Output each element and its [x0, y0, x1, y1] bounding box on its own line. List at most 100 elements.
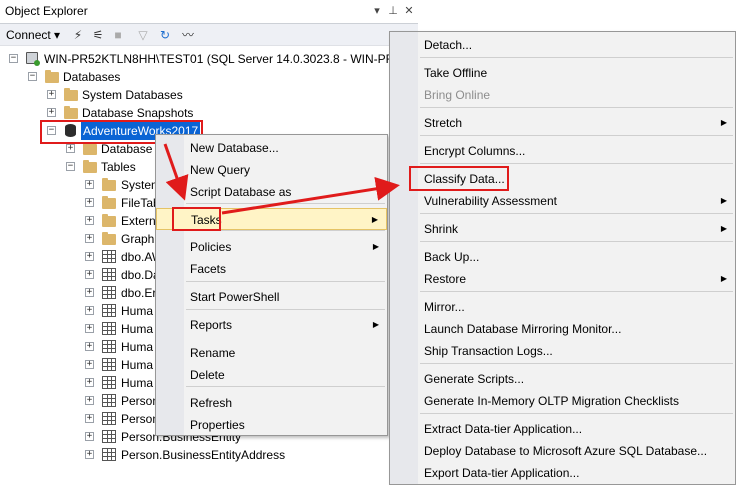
expand-icon[interactable]: +: [85, 396, 94, 405]
close-icon[interactable]: ✕: [401, 3, 417, 19]
menu-item-mirror[interactable]: Mirror...: [390, 296, 735, 318]
menu-item-label: Export Data-tier Application...: [424, 466, 580, 480]
menu-item-properties[interactable]: Properties: [156, 414, 387, 436]
expand-icon[interactable]: +: [85, 342, 94, 351]
menu-item-policies[interactable]: Policies ▶: [156, 236, 387, 258]
disconnect-icon[interactable]: ⚟: [90, 27, 106, 43]
menu-separator: [420, 291, 733, 292]
collapse-icon[interactable]: −: [9, 54, 18, 63]
expand-icon[interactable]: +: [47, 90, 56, 99]
expand-icon[interactable]: +: [85, 252, 94, 261]
menu-separator: [420, 163, 733, 164]
menu-item-label: Back Up...: [424, 250, 480, 264]
menu-item-label: Vulnerability Assessment: [424, 194, 557, 208]
menu-item-start-powershell[interactable]: Start PowerShell: [156, 286, 387, 308]
table-icon: [102, 412, 116, 425]
collapse-icon[interactable]: −: [28, 72, 37, 81]
menu-item-label: Delete: [190, 368, 225, 382]
menu-separator: [420, 363, 733, 364]
menu-item-tasks[interactable]: Tasks ▶: [156, 208, 387, 230]
folder-icon: [83, 142, 97, 155]
tree-node-table[interactable]: + Person.BusinessEntityAddress: [0, 446, 418, 464]
menu-item-encrypt-columns[interactable]: Encrypt Columns...: [390, 140, 735, 162]
pin-icon[interactable]: ⊥: [385, 3, 401, 19]
tasks-submenu: Detach... Take Offline Bring Online Stretch…: [389, 31, 736, 485]
collapse-icon[interactable]: −: [66, 162, 75, 171]
menu-item-generate-inmemory-checklists[interactable]: Generate In-Memory OLTP Migration Checkl…: [390, 390, 735, 412]
expand-icon[interactable]: +: [85, 306, 94, 315]
filter-icon[interactable]: ▽: [135, 27, 151, 43]
tree-node-label: Huma: [121, 340, 154, 354]
menu-item-new-query[interactable]: New Query: [156, 159, 387, 181]
expand-icon[interactable]: +: [85, 432, 94, 441]
menu-item-new-database[interactable]: New Database...: [156, 137, 387, 159]
connect-dropdown[interactable]: Connect ▾: [6, 28, 60, 42]
stop-icon[interactable]: ■: [110, 27, 126, 43]
expand-icon[interactable]: +: [85, 180, 94, 189]
menu-item-label: Shrink: [424, 222, 459, 236]
refresh-icon[interactable]: ↻: [157, 27, 173, 43]
menu-item-launch-mirroring-monitor[interactable]: Launch Database Mirroring Monitor...: [390, 318, 735, 340]
menu-item-label: New Query: [190, 163, 251, 177]
menu-item-label: Take Offline: [424, 66, 488, 80]
tree-node-label: dbo.Da: [121, 268, 160, 282]
expand-icon[interactable]: +: [85, 360, 94, 369]
menu-item-generate-scripts[interactable]: Generate Scripts...: [390, 368, 735, 390]
expand-icon[interactable]: +: [85, 270, 94, 279]
tree-node-system-databases[interactable]: + System Databases: [0, 86, 418, 104]
menu-item-deploy-to-azure[interactable]: Deploy Database to Microsoft Azure SQL D…: [390, 440, 735, 462]
folder-icon: [102, 214, 116, 227]
menu-separator: [420, 413, 733, 414]
submenu-arrow-icon: ▶: [720, 118, 727, 127]
menu-item-label: Launch Database Mirroring Monitor...: [424, 322, 622, 336]
menu-item-export-data-tier[interactable]: Export Data-tier Application...: [390, 462, 735, 484]
expand-icon[interactable]: +: [85, 324, 94, 333]
menu-item-label: Facets: [190, 262, 227, 276]
submenu-arrow-icon: ▶: [372, 242, 379, 251]
collapse-icon[interactable]: −: [47, 126, 56, 135]
window-position-icon[interactable]: ▾: [369, 3, 385, 19]
menu-item-label: Detach...: [424, 38, 473, 52]
menu-item-vulnerability-assessment[interactable]: Vulnerability Assessment ▶: [390, 190, 735, 212]
expand-icon[interactable]: +: [47, 108, 56, 117]
menu-item-stretch[interactable]: Stretch ▶: [390, 112, 735, 134]
menu-item-restore[interactable]: Restore ▶: [390, 268, 735, 290]
menu-item-delete[interactable]: Delete: [156, 364, 387, 386]
menu-item-shrink[interactable]: Shrink ▶: [390, 218, 735, 240]
tree-node-server[interactable]: − WIN-PR52KTLN8HH\TEST01 (SQL Server 14.…: [0, 50, 418, 68]
menu-item-rename[interactable]: Rename: [156, 342, 387, 364]
menu-item-ship-transaction-logs[interactable]: Ship Transaction Logs...: [390, 340, 735, 362]
menu-item-label: Properties: [190, 418, 245, 432]
panel-toolbar: Connect ▾ ⚡ ⚟ ■ ▽ ↻ 〰: [0, 24, 418, 46]
expand-icon[interactable]: +: [85, 288, 94, 297]
menu-item-classify-data[interactable]: Classify Data...: [390, 168, 735, 190]
expand-icon[interactable]: +: [85, 234, 94, 243]
expand-icon[interactable]: +: [85, 378, 94, 387]
menu-item-back-up[interactable]: Back Up...: [390, 246, 735, 268]
menu-item-reports[interactable]: Reports ▶: [156, 314, 387, 336]
folder-icon: [45, 70, 59, 83]
menu-item-extract-data-tier[interactable]: Extract Data-tier Application...: [390, 418, 735, 440]
submenu-arrow-icon: ▶: [372, 320, 379, 329]
menu-item-facets[interactable]: Facets: [156, 258, 387, 280]
menu-separator: [186, 203, 385, 204]
tree-node-databases[interactable]: − Databases: [0, 68, 418, 86]
menu-item-label: Refresh: [190, 396, 233, 410]
menu-item-take-offline[interactable]: Take Offline: [390, 62, 735, 84]
connect-plug-icon[interactable]: ⚡: [70, 27, 86, 43]
menu-item-script-database-as[interactable]: Script Database as: [156, 181, 387, 203]
folder-icon: [64, 88, 78, 101]
menu-item-bring-online: Bring Online: [390, 84, 735, 106]
expand-icon[interactable]: +: [85, 216, 94, 225]
tree-node-label: System Databases: [82, 88, 183, 102]
menu-item-refresh[interactable]: Refresh: [156, 392, 387, 414]
expand-icon[interactable]: +: [85, 198, 94, 207]
menu-separator: [186, 309, 385, 310]
menu-item-detach[interactable]: Detach...: [390, 34, 735, 56]
activity-monitor-icon[interactable]: 〰: [180, 27, 196, 43]
expand-icon[interactable]: +: [66, 144, 75, 153]
tree-node-database-snapshots[interactable]: + Database Snapshots: [0, 104, 418, 122]
expand-icon[interactable]: +: [85, 414, 94, 423]
expand-icon[interactable]: +: [85, 450, 94, 459]
tree-node-label: Huma: [121, 304, 154, 318]
